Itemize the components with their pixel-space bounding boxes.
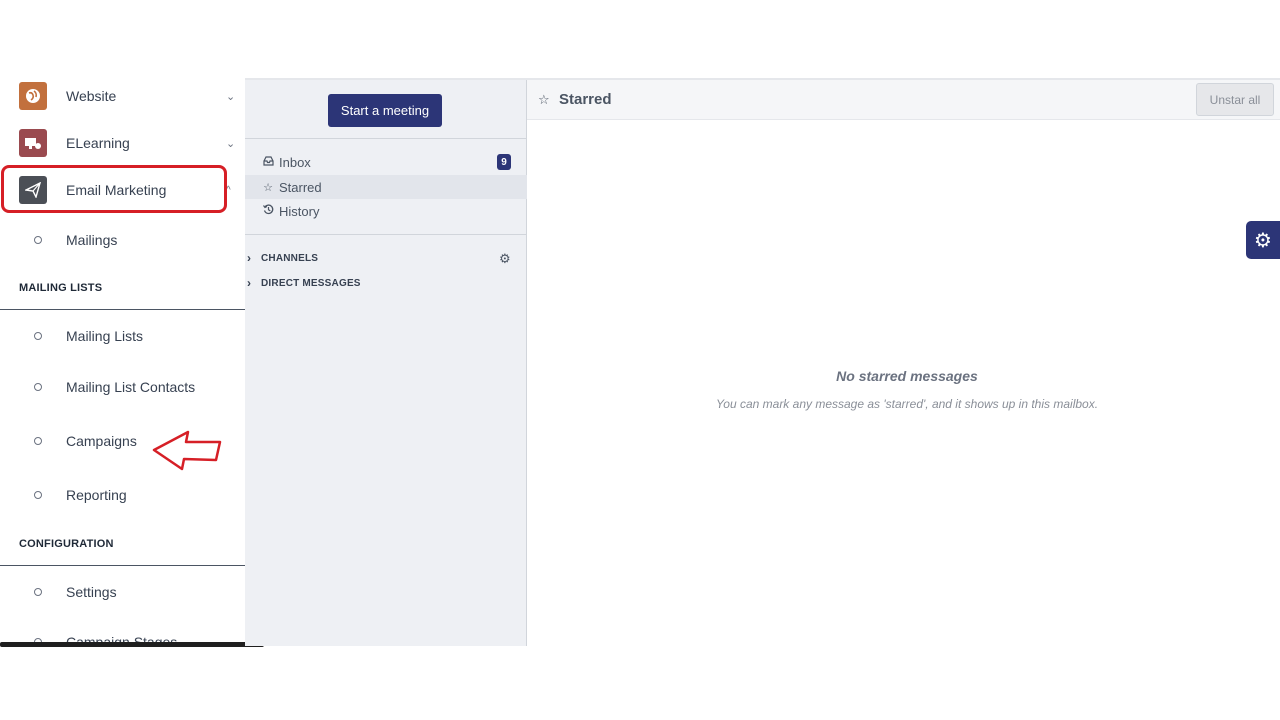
discuss-sidebar: Start a meeting Inbox 9 ☆ Starred Histor… (245, 80, 527, 646)
mailbox-history[interactable]: History (245, 199, 527, 223)
circle-icon (34, 383, 42, 391)
menu-item-website[interactable]: Website ⌄ (0, 76, 245, 116)
chevron-right-icon: › (247, 276, 252, 290)
section-header-configuration: CONFIGURATION (19, 538, 114, 550)
mailbox-inbox[interactable]: Inbox 9 (245, 150, 527, 174)
menu-item-label: Mailing Lists (66, 328, 144, 344)
section-header-mailing-lists: MAILING LISTS (19, 282, 103, 294)
menu-item-label: Mailing List Contacts (66, 379, 196, 395)
menu-item-label: Website (66, 88, 117, 104)
inbox-count-badge: 9 (497, 154, 511, 170)
history-icon (262, 204, 274, 218)
mailbox-starred[interactable]: ☆ Starred (245, 175, 527, 199)
menu-item-label: Settings (66, 584, 117, 600)
inbox-icon (262, 155, 274, 169)
annotation-arrow-icon (152, 430, 222, 471)
empty-state-title: No starred messages (836, 368, 978, 384)
mailbox-label: History (279, 203, 320, 219)
category-label: DIRECT MESSAGES (261, 277, 361, 289)
circle-icon (34, 588, 42, 596)
section-divider (0, 565, 245, 566)
star-icon: ☆ (263, 181, 273, 194)
chevron-down-icon: ⌄ (226, 90, 236, 103)
menu-item-label: ELearning (66, 135, 130, 151)
category-channels[interactable]: › CHANNELS (247, 249, 318, 267)
empty-state-subtitle: You can mark any message as 'starred', a… (715, 397, 1099, 411)
menu-item-mailing-list-contacts[interactable]: Mailing List Contacts (0, 372, 245, 402)
chevron-right-icon: › (247, 251, 252, 265)
annotation-highlight-box (1, 165, 227, 213)
thread-title: Starred (559, 91, 612, 108)
category-direct-messages[interactable]: › DIRECT MESSAGES (247, 274, 361, 292)
circle-icon (34, 236, 42, 244)
category-label: CHANNELS (261, 252, 319, 264)
sidebar-divider (245, 234, 527, 235)
menu-item-elearning[interactable]: ELearning ⌄ (0, 123, 245, 163)
circle-icon (34, 491, 42, 499)
thread-header: ☆ Starred Unstar all (527, 80, 1280, 120)
menu-item-mailing-lists[interactable]: Mailing Lists (0, 321, 245, 351)
unstar-all-button[interactable]: Unstar all (1196, 83, 1274, 116)
mailbox-label: Starred (279, 179, 322, 195)
sidebar-divider (245, 138, 527, 139)
app-menu-sidebar: Website ⌄ ELearning ⌄ Email Marketing ^ … (0, 72, 245, 644)
settings-gear-icon[interactable]: ⚙ (1246, 221, 1280, 259)
circle-icon (34, 332, 42, 340)
menu-item-label: Reporting (66, 487, 127, 503)
channels-settings-gear-icon[interactable]: ⚙ (499, 251, 511, 267)
website-icon (19, 82, 47, 110)
start-meeting-button[interactable]: Start a meeting (328, 94, 442, 127)
chevron-down-icon: ⌄ (226, 137, 236, 150)
menu-item-label: Campaigns (66, 433, 137, 449)
circle-icon (34, 437, 42, 445)
menu-item-reporting[interactable]: Reporting (0, 480, 245, 510)
star-icon: ☆ (538, 92, 550, 107)
menu-item-mailings[interactable]: Mailings (0, 225, 245, 255)
elearning-icon (19, 129, 47, 157)
horizontal-scrollbar[interactable] (0, 642, 264, 647)
section-divider (0, 309, 245, 310)
mailbox-label: Inbox (279, 154, 311, 170)
menu-item-settings[interactable]: Settings (0, 577, 245, 607)
menu-item-label: Mailings (66, 232, 118, 248)
